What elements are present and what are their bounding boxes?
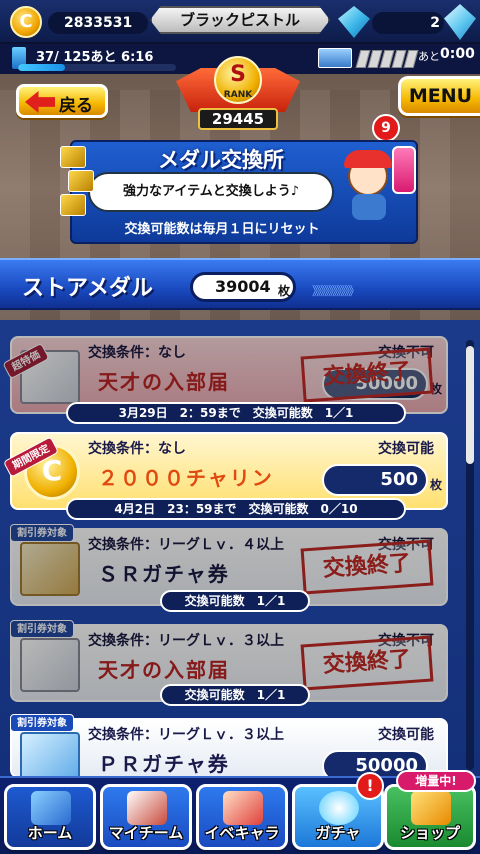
banner-note: 交換可能数は毎月１日にリセット xyxy=(124,222,320,237)
item-status: 交換可能 xyxy=(378,727,434,743)
scrollbar[interactable] xyxy=(466,340,474,770)
chevron-decoration: 》》》》》》》》》》 xyxy=(312,284,360,298)
stamina-text: 37/ 125あと 6:16 xyxy=(36,50,154,65)
top-status-bar: C 2833531 ブラックピストル 2 xyxy=(0,0,480,44)
banner-item-icons xyxy=(60,146,100,218)
store-medal-bar: ストアメダル 39004 枚 》》》》》》》》》》 xyxy=(0,258,480,310)
gacha-alert-badge: ! xyxy=(356,772,384,800)
item-price: 500 xyxy=(322,464,428,496)
exchange-ended-stamp: 交換終了 xyxy=(300,347,434,403)
nav-event-character-button[interactable]: イベキャラ xyxy=(196,784,288,850)
store-medal-title: ストアメダル xyxy=(22,276,153,301)
rank-word: RANK xyxy=(223,90,253,100)
rank-emblem: S RANK 29445 xyxy=(176,52,300,136)
item-icon xyxy=(60,146,86,168)
item-info-bar: 交換可能数 1／1 xyxy=(160,590,310,612)
nav-my-team-button[interactable]: マイチーム xyxy=(100,784,192,850)
store-medal-unit: 枚 xyxy=(278,284,291,298)
event-character-icon xyxy=(223,791,263,825)
menu-button[interactable]: MENU xyxy=(398,76,480,116)
item-price-unit: 枚 xyxy=(430,478,443,492)
item-tag: 割引券対象 xyxy=(10,524,74,542)
mascot-body xyxy=(352,194,386,220)
item-icon xyxy=(68,170,94,192)
shop-icon xyxy=(411,791,451,825)
spray-can-icon xyxy=(392,146,416,194)
item-name: 天才の入部届 xyxy=(98,370,230,394)
item-tag: 割引券対象 xyxy=(10,620,74,638)
nav-label: ホーム xyxy=(27,824,73,842)
timer: 0:00 xyxy=(440,46,475,62)
nav-label: ガチャ xyxy=(315,824,361,842)
item-condition: 交換条件：リーグＬｖ．４以上 xyxy=(88,537,284,553)
item-name: ＰＲガチャ券 xyxy=(98,752,230,776)
gacha-icon xyxy=(319,791,359,825)
timer-label: あと xyxy=(418,50,440,63)
item-name: ２０００チャリン xyxy=(98,466,274,490)
item-tag: 割引券対象 xyxy=(10,714,74,732)
ticket-slot xyxy=(403,50,419,68)
item-status: 交換可能 xyxy=(378,441,434,457)
ticket-icon xyxy=(318,48,352,68)
nav-label: イベキャラ xyxy=(204,824,280,842)
item-name: ＳＲガチャ券 xyxy=(98,562,230,586)
item-name: 天才の入部届 xyxy=(98,658,230,682)
item-condition: 交換条件：リーグＬｖ．３以上 xyxy=(88,727,284,743)
admission-form-icon xyxy=(20,638,80,692)
player-name: ブラックピストル xyxy=(150,6,330,34)
back-label: 戻る xyxy=(59,96,93,116)
team-icon xyxy=(127,791,167,825)
exchange-item[interactable]: 割引券対象 交換条件：リーグＬｖ．３以上 交換可能 ＰＲガチャ券 50000 xyxy=(10,714,448,786)
diamond-shop-icon[interactable] xyxy=(444,4,476,40)
item-info-bar: 3月29日 2：59まで 交換可能数 1／1 xyxy=(66,402,406,424)
exchange-ended-stamp: 交換終了 xyxy=(300,635,434,691)
scrollbar-thumb[interactable] xyxy=(466,346,474,464)
nav-label: マイチーム xyxy=(108,824,184,842)
back-arrow-icon xyxy=(25,91,55,113)
item-icon xyxy=(60,194,86,216)
shop-increase-badge: 増量中! xyxy=(396,770,476,792)
nav-label: ショップ xyxy=(399,824,460,842)
stamina-progress-fill xyxy=(18,64,66,71)
diamond-icon xyxy=(338,6,370,38)
item-condition: 交換条件：リーグＬｖ．３以上 xyxy=(88,633,284,649)
item-condition: 交換条件：なし xyxy=(88,345,186,361)
home-icon xyxy=(31,791,71,825)
back-button[interactable]: 戻る xyxy=(16,84,108,118)
stamina-progress xyxy=(18,64,176,71)
rank-score: 29445 xyxy=(198,108,278,130)
diamond-count: 2 xyxy=(372,12,444,34)
coin-count: 2833531 xyxy=(48,12,148,34)
mascot-cap xyxy=(344,150,392,168)
exchange-ended-stamp: 交換終了 xyxy=(300,539,434,595)
banner-title: メダル交換所 xyxy=(158,148,284,172)
item-condition: 交換条件：なし xyxy=(88,441,186,457)
speech-bubble: 強力なアイテムと交換しよう♪ xyxy=(88,172,334,212)
ticket-item-icon xyxy=(20,542,80,596)
notification-badge[interactable]: 9 xyxy=(372,114,400,142)
coin-icon: C xyxy=(10,6,42,38)
item-info-bar: 交換可能数 1／1 xyxy=(160,684,310,706)
nav-home-button[interactable]: ホーム xyxy=(4,784,96,850)
item-info-bar: 4月2日 23：59まで 交換可能数 0／10 xyxy=(66,498,406,520)
nav-shop-button[interactable]: ショップ xyxy=(384,784,476,850)
